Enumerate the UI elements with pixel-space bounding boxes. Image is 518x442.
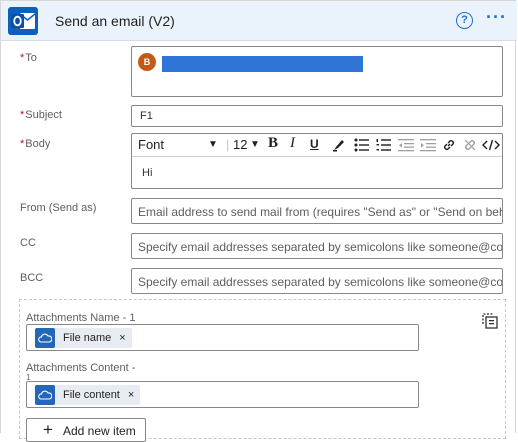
cc-placeholder: Specify email addresses separated by sem… xyxy=(138,240,503,254)
attachments-section: Attachments Name - 1 File name × Attachm… xyxy=(19,299,506,442)
body-editor[interactable]: Font ▼ | 12 ▼ B I U Hi xyxy=(131,133,503,189)
add-new-item-label: Add new item xyxy=(63,424,136,438)
underline-button[interactable]: U xyxy=(310,137,319,151)
to-label: *To xyxy=(20,52,37,64)
attachments-name-label: Attachments Name - 1 xyxy=(26,312,136,324)
body-label: *Body xyxy=(20,138,51,150)
action-title: Send an email (V2) xyxy=(55,13,175,29)
bcc-placeholder: Specify email addresses separated by sem… xyxy=(138,275,503,289)
subject-field[interactable]: F1 xyxy=(131,105,503,127)
font-select[interactable]: Font xyxy=(138,137,164,152)
from-field[interactable]: Email address to send mail from (require… xyxy=(131,198,503,224)
file-content-token-label: File content xyxy=(63,389,120,401)
bulleted-list-icon[interactable] xyxy=(354,138,370,152)
subject-label: *Subject xyxy=(20,109,62,121)
font-size-select[interactable]: 12 xyxy=(233,137,247,152)
to-field[interactable]: B xyxy=(131,46,503,97)
help-icon[interactable]: ? xyxy=(456,12,473,29)
bcc-label: BCC xyxy=(20,272,44,284)
attachments-name-field[interactable]: File name × xyxy=(26,324,419,351)
remove-token-icon[interactable]: × xyxy=(119,332,125,344)
font-dropdown-icon[interactable]: ▼ xyxy=(208,139,218,150)
onedrive-icon xyxy=(35,328,55,348)
action-card: Send an email (V2) ? ··· *To B *Subject … xyxy=(0,0,517,442)
font-size-dropdown-icon[interactable]: ▼ xyxy=(250,139,260,150)
attachments-content-field[interactable]: File content × xyxy=(26,381,419,408)
plus-icon: + xyxy=(43,420,53,439)
toolbar-divider: | xyxy=(226,137,230,152)
cc-field[interactable]: Specify email addresses separated by sem… xyxy=(131,233,503,259)
file-content-token[interactable]: File content × xyxy=(35,385,141,405)
outlook-icon xyxy=(8,7,38,35)
numbered-list-icon[interactable] xyxy=(376,138,392,152)
switch-to-array-icon[interactable] xyxy=(481,312,499,330)
file-name-token[interactable]: File name × xyxy=(35,328,132,348)
body-toolbar: Font ▼ | 12 ▼ B I U xyxy=(132,134,502,157)
more-options-icon[interactable]: ··· xyxy=(486,7,507,28)
bcc-field[interactable]: Specify email addresses separated by sem… xyxy=(131,268,503,294)
from-placeholder: Email address to send mail from (require… xyxy=(138,205,503,219)
body-text: Hi xyxy=(142,167,153,179)
from-label: From (Send as) xyxy=(20,202,97,214)
link-icon[interactable] xyxy=(442,138,456,152)
attachments-content-label: Attachments Content - xyxy=(26,362,136,374)
cc-label: CC xyxy=(20,237,36,249)
code-view-icon[interactable] xyxy=(482,138,500,152)
avatar: B xyxy=(138,53,156,71)
bold-button[interactable]: B xyxy=(268,135,278,152)
increase-indent-icon[interactable] xyxy=(420,138,436,152)
remove-token-icon[interactable]: × xyxy=(128,389,134,401)
unlink-icon[interactable] xyxy=(463,138,477,152)
highlight-icon[interactable] xyxy=(332,138,346,152)
onedrive-icon xyxy=(35,385,55,405)
file-name-token-label: File name xyxy=(63,332,112,344)
add-new-item-button[interactable]: + Add new item xyxy=(26,418,146,442)
italic-button[interactable]: I xyxy=(290,135,295,152)
redacted-recipient xyxy=(162,56,363,72)
action-header[interactable]: Send an email (V2) ? ··· xyxy=(1,1,517,41)
decrease-indent-icon[interactable] xyxy=(398,138,414,152)
